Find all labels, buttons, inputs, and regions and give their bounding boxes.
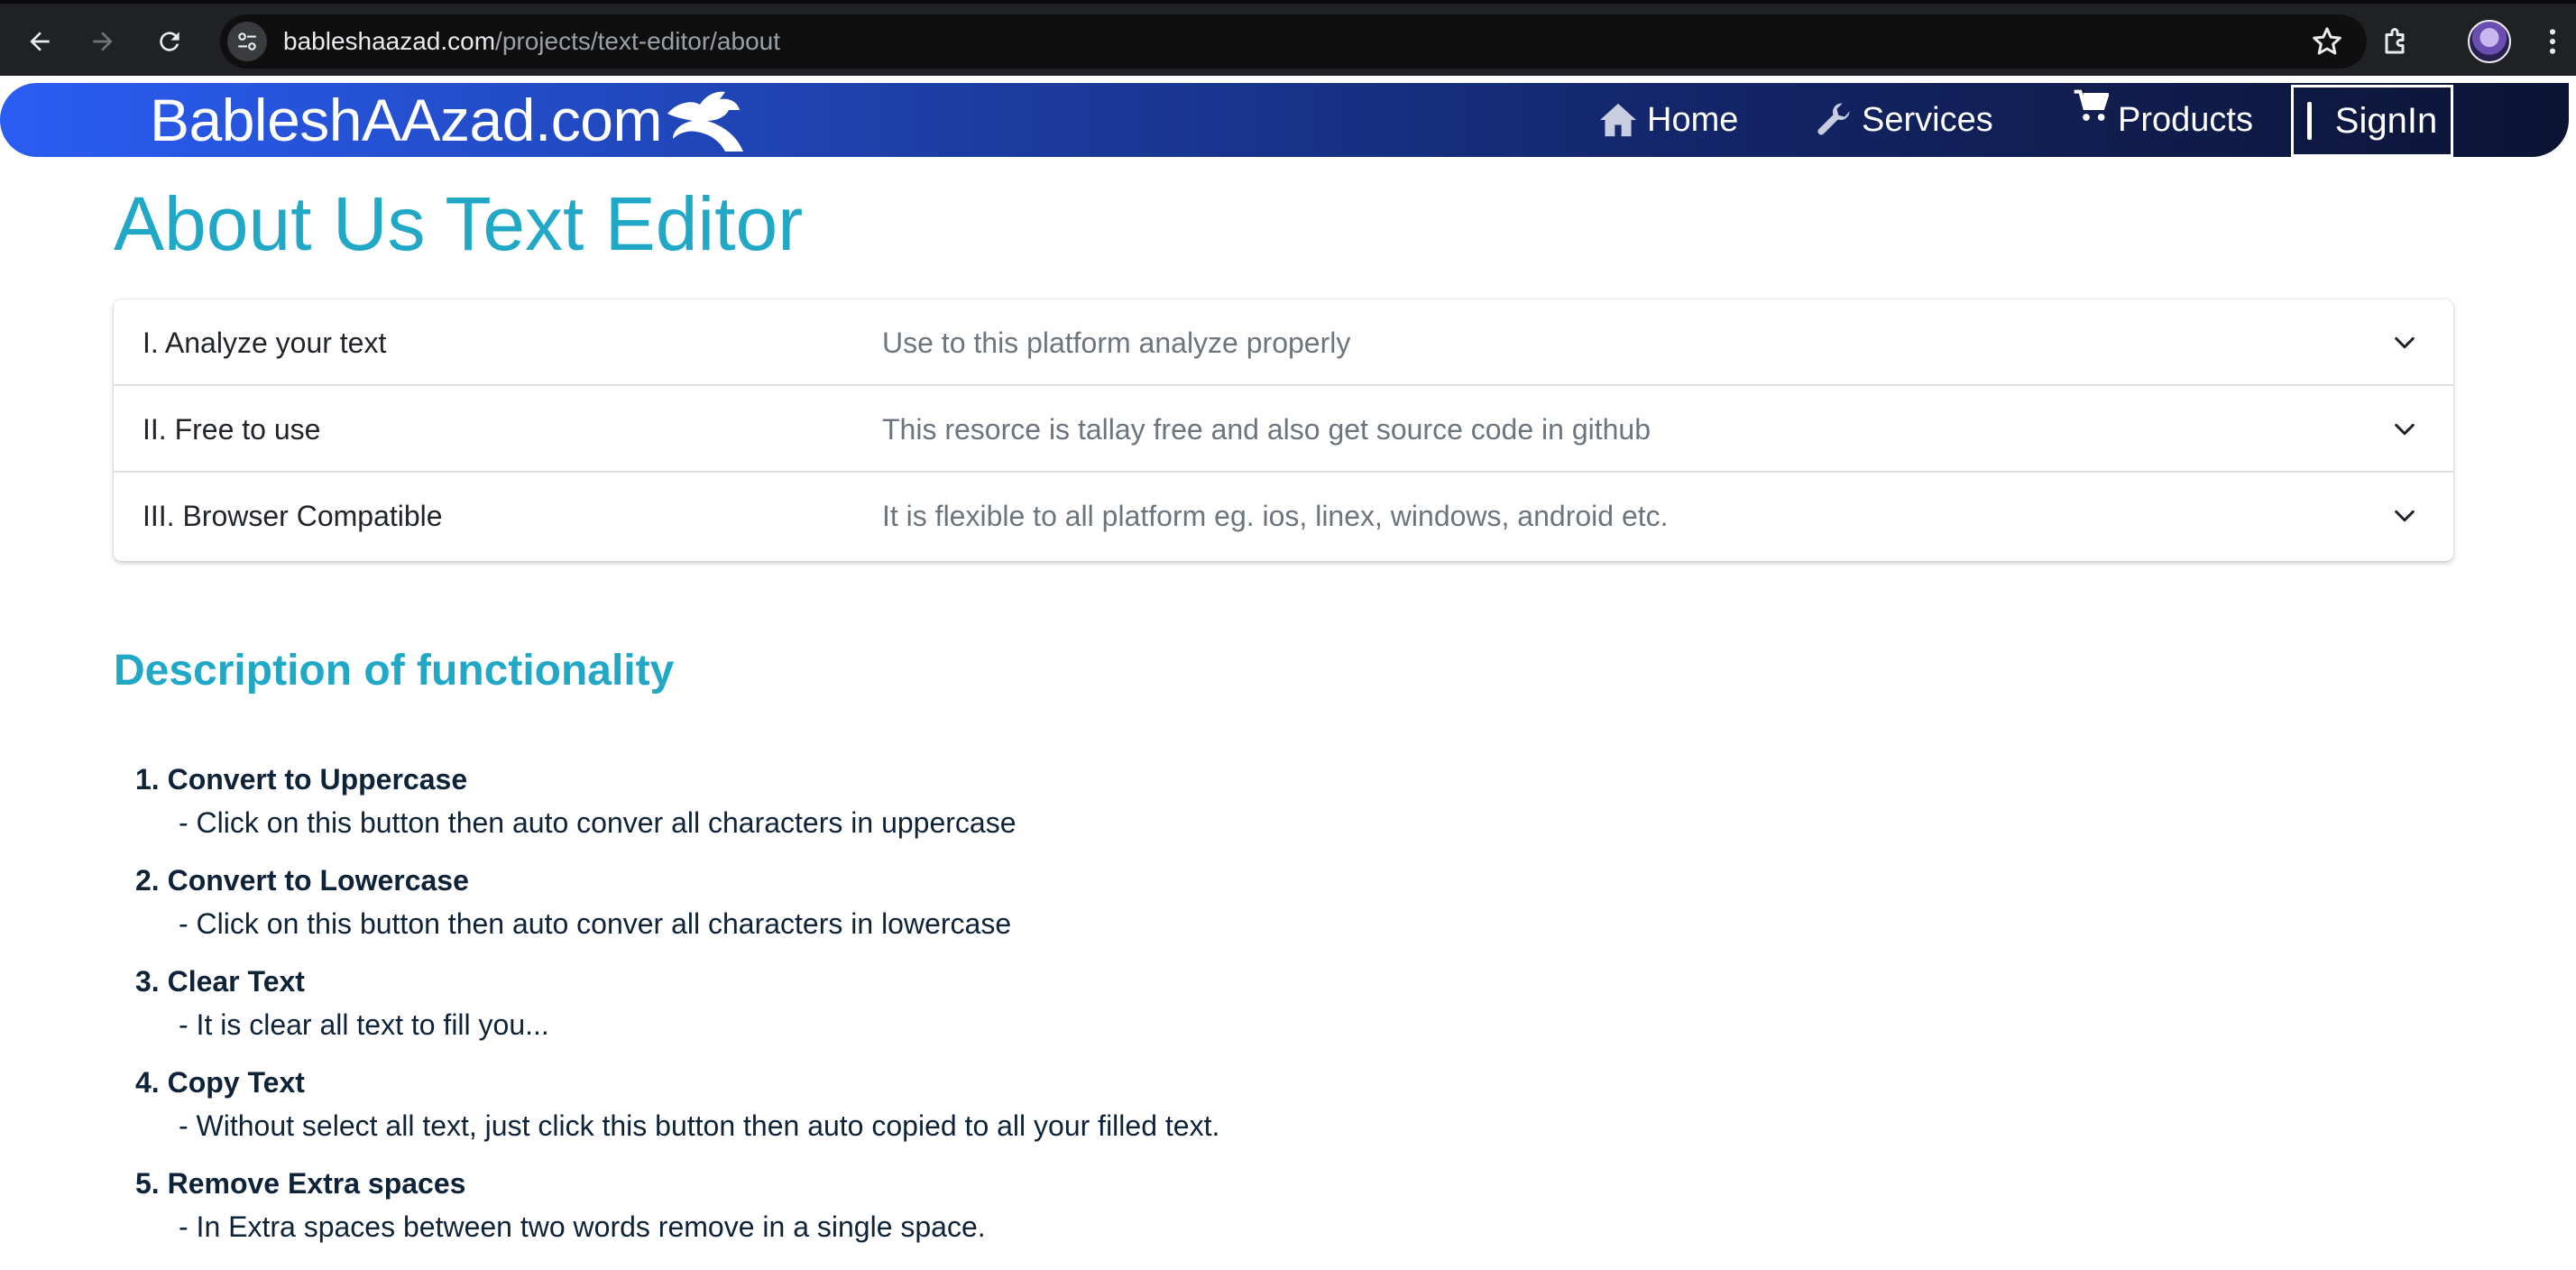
signin-label: SignIn <box>2334 100 2438 141</box>
accordion-item-title: II. Free to use <box>143 413 321 446</box>
accordion-item-desc: This resorce is tallay free and also get… <box>882 413 1651 446</box>
reload-icon[interactable] <box>144 16 195 67</box>
feature-title: 1. Convert to Uppercase <box>135 763 468 796</box>
profile-avatar[interactable] <box>2468 20 2511 63</box>
accordion-item-desc: Use to this platform analyze properly <box>882 327 1351 359</box>
nav-products-label: Products <box>2118 100 2253 139</box>
site-header: BableshAAzad.com Home Services Products … <box>0 83 2569 157</box>
list-item: 3. Clear Text - It is clear all text to … <box>135 963 2390 1064</box>
accordion-item-analyze[interactable]: I. Analyze your text Use to this platfor… <box>114 299 2453 386</box>
accordion-item-browser[interactable]: III. Browser Compatible It is flexible t… <box>114 473 2453 557</box>
accordion-item-desc: It is flexible to all platform eg. ios, … <box>882 500 1669 532</box>
list-item: 5. Remove Extra spaces - In Extra spaces… <box>135 1165 2390 1266</box>
feature-desc: - Click on this button then auto conver … <box>179 907 1012 940</box>
feature-list: 1. Convert to Uppercase - Click on this … <box>135 761 2390 1266</box>
address-bar[interactable]: bableshaazad.com/projects/text-editor/ab… <box>220 14 2367 69</box>
feature-title: 3. Clear Text <box>135 965 305 998</box>
accordion-item-title: III. Browser Compatible <box>143 500 443 532</box>
accordion-item-free[interactable]: II. Free to use This resorce is tallay f… <box>114 386 2453 473</box>
menu-icon[interactable] <box>2535 16 2571 67</box>
bookmark-star-icon[interactable] <box>2309 23 2345 60</box>
feature-desc: - In Extra spaces between two words remo… <box>179 1210 986 1243</box>
wrench-icon <box>1817 103 1850 135</box>
feature-title: 5. Remove Extra spaces <box>135 1167 466 1200</box>
browser-toolbar: bableshaazad.com/projects/text-editor/ab… <box>0 0 2576 76</box>
feature-desc: - Without select all text, just click th… <box>179 1109 1220 1142</box>
list-item: 2. Convert to Lowercase - Click on this … <box>135 862 2390 963</box>
site-info-icon[interactable] <box>227 22 267 61</box>
url-text[interactable]: bableshaazad.com/projects/text-editor/ab… <box>283 14 780 69</box>
dragon-logo-icon[interactable] <box>660 87 750 157</box>
section-title: Description of functionality <box>114 647 675 695</box>
feature-title: 2. Convert to Lowercase <box>135 864 469 897</box>
chevron-down-icon[interactable] <box>2392 417 2417 446</box>
feature-desc: - It is clear all text to fill you... <box>179 1008 549 1041</box>
accordion-item-title: I. Analyze your text <box>143 327 387 359</box>
list-item: 4. Copy Text - Without select all text, … <box>135 1064 2390 1165</box>
url-domain: bableshaazad.com <box>283 27 496 55</box>
nav-services-label: Services <box>1862 100 1993 139</box>
signin-icon <box>2306 102 2312 140</box>
nav-home-label: Home <box>1647 100 1739 139</box>
list-item: 1. Convert to Uppercase - Click on this … <box>135 761 2390 862</box>
about-accordion: I. Analyze your text Use to this platfor… <box>114 299 2453 561</box>
forward-icon[interactable] <box>78 16 128 67</box>
chevron-down-icon[interactable] <box>2392 330 2417 360</box>
back-icon[interactable] <box>14 16 65 67</box>
feature-title: 4. Copy Text <box>135 1066 305 1099</box>
brand-name[interactable]: BableshAAzad.com <box>150 88 663 152</box>
extensions-icon[interactable] <box>2372 16 2423 67</box>
signin-button[interactable]: SignIn <box>2291 85 2453 157</box>
cart-icon <box>2074 89 2109 121</box>
nav-home[interactable]: Home <box>1598 83 1738 157</box>
nav-services[interactable]: Services <box>1815 83 1993 157</box>
chevron-down-icon[interactable] <box>2392 503 2417 533</box>
feature-desc: - Click on this button then auto conver … <box>179 806 1017 839</box>
url-path: /projects/text-editor/about <box>495 27 780 55</box>
page-title: About Us Text Editor <box>114 181 804 266</box>
nav-products[interactable]: Products <box>2073 83 2253 157</box>
home-icon <box>1600 103 1636 137</box>
